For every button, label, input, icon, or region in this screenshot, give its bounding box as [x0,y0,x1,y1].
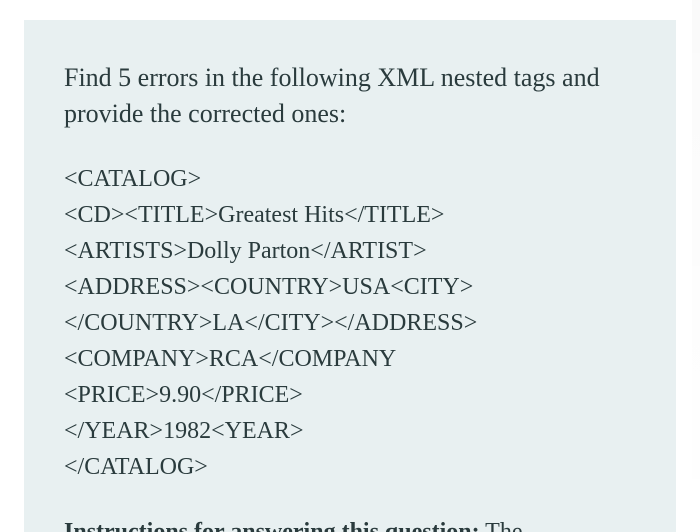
code-line: </CATALOG> [64,449,636,485]
question-prompt: Find 5 errors in the following XML neste… [64,60,636,133]
code-line: <PRICE>9.90</PRICE> [64,377,636,413]
code-line: <CATALOG> [64,161,636,197]
instructions-label: Instructions for answering this question… [64,519,480,532]
question-panel: Find 5 errors in the following XML neste… [24,20,676,532]
xml-code-block: <CATALOG> <CD><TITLE>Greatest Hits</TITL… [64,161,636,485]
code-line: </YEAR>1982<YEAR> [64,413,636,449]
code-line: <ARTISTS>Dolly Parton</ARTIST> [64,233,636,269]
scrollbar-hint [692,0,700,532]
instructions-heading: Instructions for answering this question… [64,519,636,532]
page-container: Find 5 errors in the following XML neste… [0,0,700,532]
code-line: <COMPANY>RCA</COMPANY [64,341,636,377]
code-line: <CD><TITLE>Greatest Hits</TITLE> [64,197,636,233]
top-white-bar [24,0,676,20]
code-line: <ADDRESS><COUNTRY>USA<CITY> [64,269,636,305]
instructions-tail: The [480,519,523,532]
code-line: </COUNTRY>LA</CITY></ADDRESS> [64,305,636,341]
